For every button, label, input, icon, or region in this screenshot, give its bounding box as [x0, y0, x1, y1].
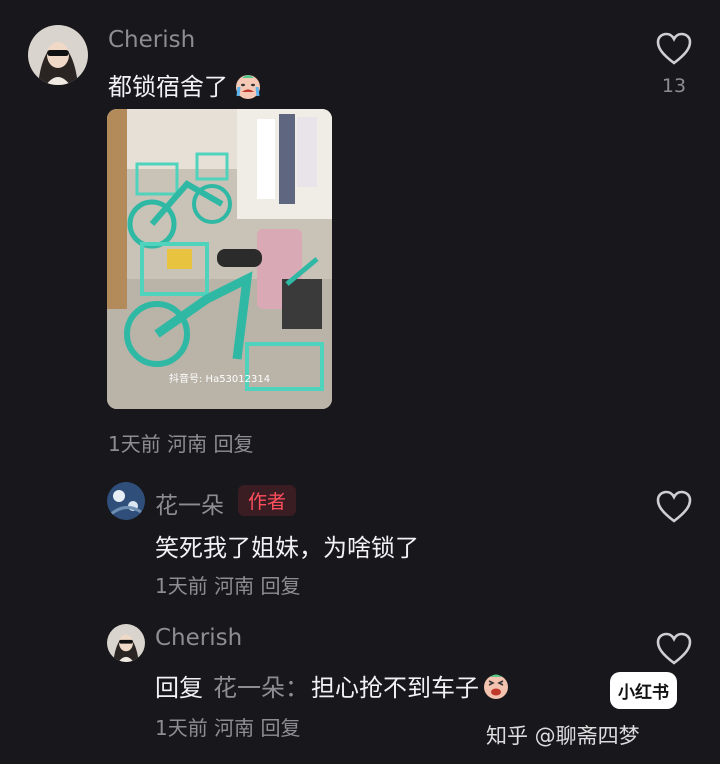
avatar[interactable]	[107, 482, 145, 520]
like-button[interactable]	[656, 490, 692, 528]
comment-meta[interactable]: 1天前 河南 回复	[155, 570, 300, 599]
author-badge: 作者	[238, 485, 297, 516]
heart-icon	[656, 32, 692, 65]
user-avatar-image	[28, 25, 88, 85]
comment-text-content: 都锁宿舍了	[108, 73, 228, 101]
heart-icon	[656, 490, 692, 523]
xiaohongshu-logo: 小红书	[610, 672, 677, 709]
comment-text-content: 担心抢不到车子	[311, 674, 479, 702]
like-button[interactable]	[656, 32, 692, 70]
zhihu-watermark: 知乎 @聊斋四梦	[486, 724, 640, 748]
user-avatar-image	[107, 624, 145, 662]
photo-caption: 抖音号: Ha53012314	[169, 374, 271, 385]
comment-username[interactable]: 花一朵	[155, 486, 224, 520]
comment-text: 回复 花一朵： 担心抢不到车子	[155, 668, 511, 703]
crying-face-icon	[236, 74, 260, 99]
comment-text: 笑死我了姐妹，为啥锁了	[155, 534, 419, 562]
reply-prefix: 回复	[155, 674, 203, 702]
reply-to-username[interactable]: 花一朵：	[213, 668, 309, 703]
avatar[interactable]	[107, 624, 145, 662]
laughing-face-icon	[484, 674, 508, 699]
like-button[interactable]	[656, 632, 692, 670]
like-count: 13	[661, 75, 687, 97]
comment-meta[interactable]: 1天前 河南 回复	[108, 428, 253, 457]
comment-meta[interactable]: 1天前 河南 回复	[155, 712, 300, 741]
comment-username[interactable]: Cherish	[108, 27, 195, 53]
comment-photo[interactable]: 抖音号: Ha53012314	[107, 109, 332, 409]
comment-text: 都锁宿舍了	[108, 67, 264, 102]
author-avatar-image	[107, 482, 145, 520]
avatar[interactable]	[28, 25, 88, 85]
comment-username[interactable]: Cherish	[155, 625, 242, 651]
shared-bike-photo	[107, 109, 332, 409]
heart-icon	[656, 632, 692, 665]
